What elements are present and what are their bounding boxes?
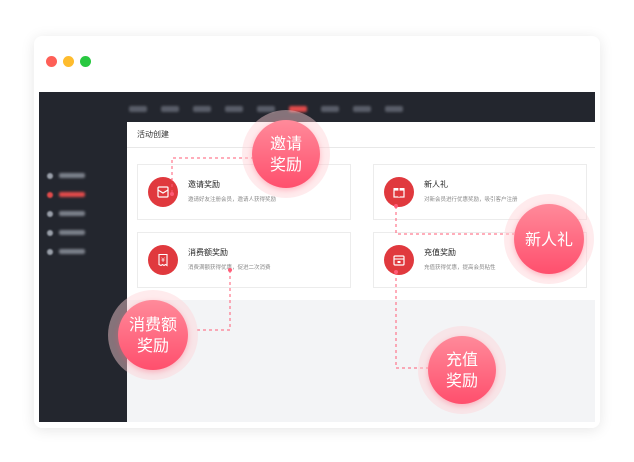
spend-callout-label: 消费额 奖励 — [118, 300, 188, 370]
spend-callout: 消费额 奖励 — [108, 290, 198, 380]
newbie-callout: 新人礼 — [504, 194, 594, 284]
spend-leader-dot — [228, 268, 232, 272]
invite-callout: 邀请 奖励 — [242, 110, 330, 198]
recharge-callout: 充值 奖励 — [418, 326, 506, 414]
invite-callout-label: 邀请 奖励 — [252, 120, 320, 188]
spend-leader — [196, 270, 231, 331]
recharge-leader-dot — [394, 270, 398, 274]
newbie-leader — [395, 206, 514, 235]
recharge-callout-label: 充值 奖励 — [428, 336, 496, 404]
newbie-leader-dot — [394, 204, 398, 208]
newbie-callout-label: 新人礼 — [514, 204, 584, 274]
invite-leader-dot — [170, 192, 174, 196]
invite-leader — [171, 157, 254, 194]
